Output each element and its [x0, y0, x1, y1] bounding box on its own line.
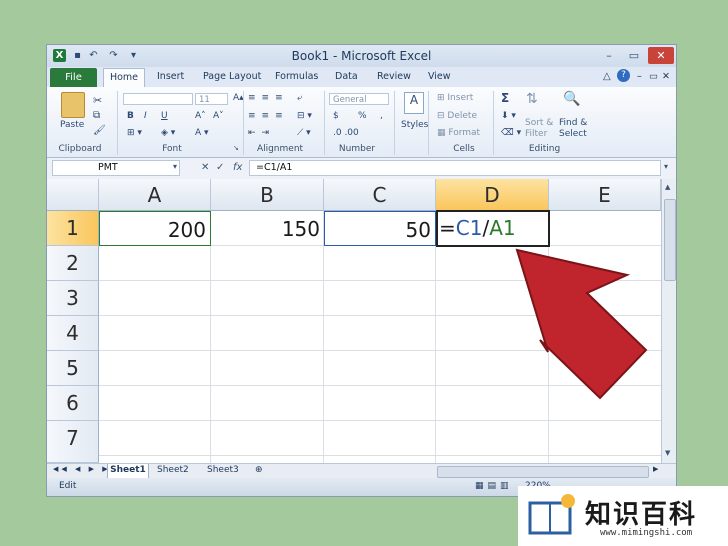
- red-arrow-overlay: [515, 248, 648, 400]
- book-lightbulb-icon: [528, 494, 575, 535]
- watermark-url: www.mimingshi.com: [600, 528, 693, 538]
- red-pointer-arrow-icon: [515, 248, 648, 400]
- watermark-title: 知识百科: [585, 500, 698, 530]
- watermark: 知识百科 www.mimingshi.com: [518, 486, 728, 546]
